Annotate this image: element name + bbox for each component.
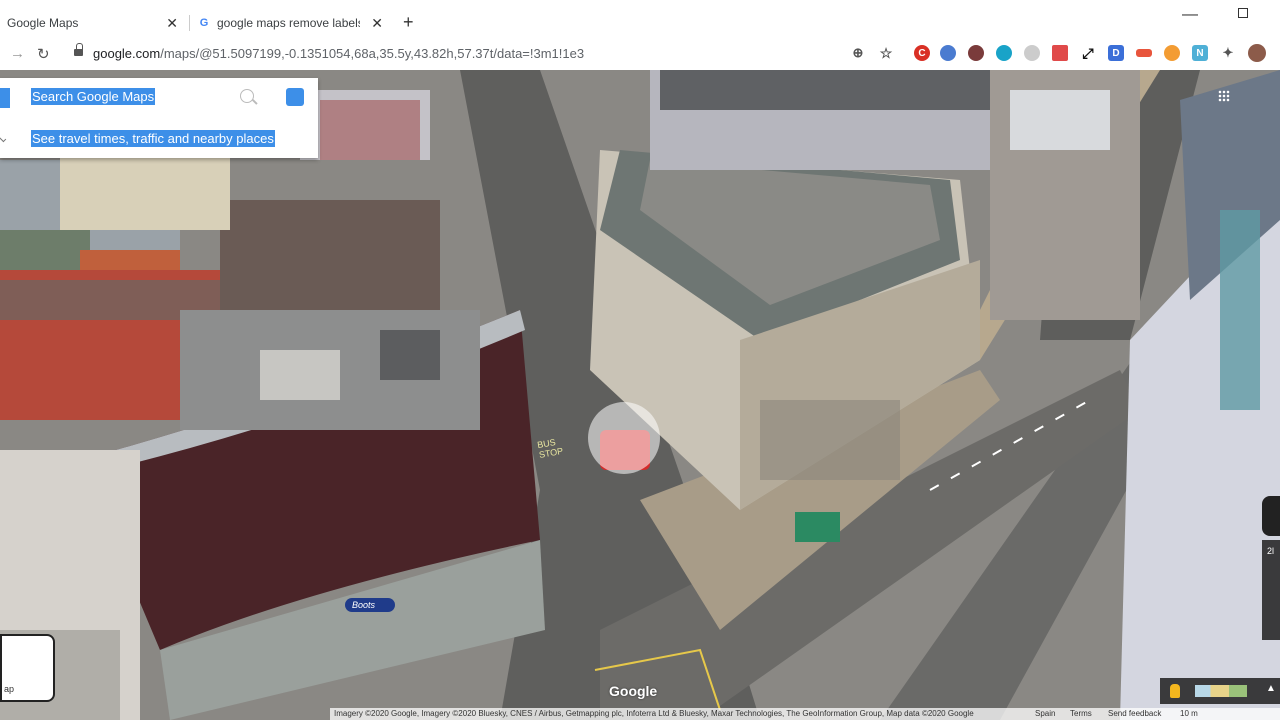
travel-times-prompt[interactable]: See travel times, traffic and nearby pla… bbox=[31, 130, 275, 147]
country-link[interactable]: Spain bbox=[1035, 708, 1055, 720]
google-logo: Google bbox=[609, 683, 658, 699]
address-bar: → ↻ google.com/maps/@51.5097199,-0.13510… bbox=[0, 40, 1280, 70]
tab-title: google maps remove labels - Go bbox=[217, 16, 360, 30]
imagery-thumbnails[interactable] bbox=[1195, 685, 1247, 697]
pegman-icon[interactable] bbox=[1170, 684, 1180, 698]
avatar[interactable] bbox=[1248, 44, 1266, 62]
scale-bar[interactable]: 10 m bbox=[1180, 708, 1198, 720]
directions-icon[interactable] bbox=[286, 88, 304, 106]
layers-minimap[interactable]: ap bbox=[0, 634, 55, 702]
menu-icon[interactable] bbox=[0, 88, 10, 108]
map-canvas[interactable]: BUS STOP Boots 2l bbox=[0, 70, 1280, 720]
extension-gray-icon[interactable] bbox=[1024, 45, 1040, 61]
road-text: BUS STOP bbox=[536, 437, 564, 460]
extension-fire-icon[interactable] bbox=[1164, 45, 1180, 61]
minimap-label: ap bbox=[4, 684, 15, 694]
compass-control[interactable] bbox=[1262, 496, 1280, 536]
extension-n-icon[interactable]: N bbox=[1192, 45, 1208, 61]
tab-google-maps[interactable]: Google Maps ✕ bbox=[0, 8, 190, 38]
extension-translate-icon[interactable] bbox=[940, 45, 956, 61]
chevron-left-icon[interactable] bbox=[0, 133, 7, 143]
extension-cyan-icon[interactable] bbox=[996, 45, 1012, 61]
chevron-up-icon[interactable]: ▲ bbox=[1266, 683, 1276, 694]
google-favicon-icon: G bbox=[199, 17, 209, 29]
map-side-controls[interactable]: 2l bbox=[1262, 540, 1280, 640]
send-feedback-link[interactable]: Send feedback bbox=[1108, 708, 1161, 720]
expand-icon[interactable]: ⤢ bbox=[1080, 45, 1096, 61]
extension-red-icon[interactable]: C bbox=[914, 45, 930, 61]
extension-d-icon[interactable]: D bbox=[1108, 45, 1124, 61]
maximize-button[interactable] bbox=[1238, 8, 1248, 18]
cursor-highlight bbox=[588, 402, 660, 474]
zoom-icon[interactable]: ⊕ bbox=[850, 45, 866, 61]
puzzle-icon[interactable]: ✦ bbox=[1220, 45, 1236, 61]
close-icon[interactable]: ✕ bbox=[166, 15, 178, 32]
url-field[interactable]: google.com/maps/@51.5097199,-0.1351054,6… bbox=[93, 46, 584, 61]
side-control-label: 2l bbox=[1267, 546, 1275, 556]
tab-search-results[interactable]: G google maps remove labels - Go ✕ bbox=[190, 8, 395, 38]
extension-filter-icon[interactable] bbox=[1052, 45, 1068, 61]
extension-orange-icon[interactable] bbox=[1136, 49, 1152, 57]
search-icon[interactable] bbox=[240, 89, 254, 103]
reload-icon[interactable]: ↻ bbox=[37, 45, 50, 63]
lock-icon[interactable] bbox=[74, 43, 83, 57]
search-panel: Search Google Maps See travel times, tra… bbox=[0, 78, 318, 158]
url-path: /maps/@51.5097199,-0.1351054,68a,35.5y,4… bbox=[160, 46, 585, 61]
apps-grid-icon[interactable] bbox=[1218, 90, 1230, 102]
imagery-credits: Imagery ©2020 Google, Imagery ©2020 Blue… bbox=[334, 709, 974, 718]
satellite-imagery bbox=[0, 70, 1280, 720]
close-icon[interactable]: ✕ bbox=[371, 15, 383, 32]
tab-strip: Google Maps ✕ G google maps remove label… bbox=[0, 0, 1280, 40]
forward-icon[interactable]: → bbox=[10, 45, 25, 62]
minimize-button[interactable]: — bbox=[1182, 6, 1198, 24]
new-tab-button[interactable]: + bbox=[403, 12, 414, 33]
tab-title: Google Maps bbox=[7, 16, 79, 30]
storefront-sign: Boots bbox=[352, 600, 376, 610]
search-input[interactable]: Search Google Maps bbox=[31, 88, 156, 105]
terms-link[interactable]: Terms bbox=[1070, 708, 1092, 720]
attribution-bar: Imagery ©2020 Google, Imagery ©2020 Blue… bbox=[330, 708, 1280, 720]
extension-dot-icon[interactable] bbox=[968, 45, 984, 61]
url-domain: google.com bbox=[93, 46, 161, 61]
star-icon[interactable]: ☆ bbox=[878, 45, 894, 61]
